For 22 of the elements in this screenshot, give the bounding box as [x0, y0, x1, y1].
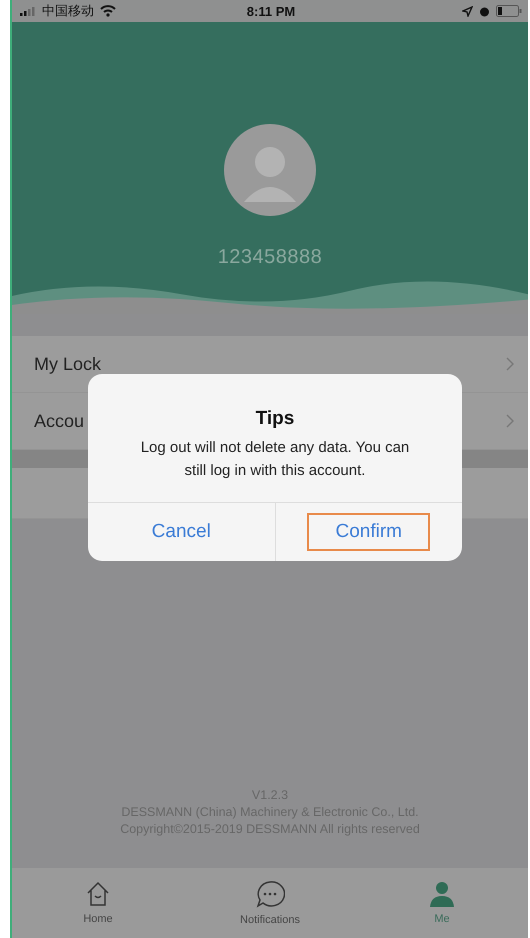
tab[interactable]: Notifications [210, 876, 330, 930]
chat-icon [255, 880, 285, 908]
tab[interactable]: Home [38, 877, 158, 929]
menu-label: Accou [34, 410, 84, 432]
dialog-message: Log out will not delete any data. You can still log in with this account. [140, 438, 410, 481]
signal-icon [20, 6, 36, 16]
carrier-name: 中国移动 [42, 2, 94, 20]
house-icon [86, 881, 110, 907]
location-icon [462, 6, 473, 16]
wifi-icon [100, 5, 116, 17]
chevron-icon [506, 357, 514, 371]
chevron-icon [506, 414, 514, 428]
dialog-title: Tips [256, 408, 294, 430]
tab[interactable]: Me [382, 877, 502, 929]
menu-label: My Lock [34, 354, 102, 374]
battery-icon [496, 5, 522, 17]
person-icon [429, 881, 455, 907]
dialog-button[interactable]: Cancel [124, 513, 239, 551]
account-number: 123458888 [218, 246, 322, 269]
dialog-button[interactable]: Confirm [307, 513, 430, 551]
avatar-icon [224, 124, 316, 216]
status-time: 8:11 PM [246, 4, 296, 18]
